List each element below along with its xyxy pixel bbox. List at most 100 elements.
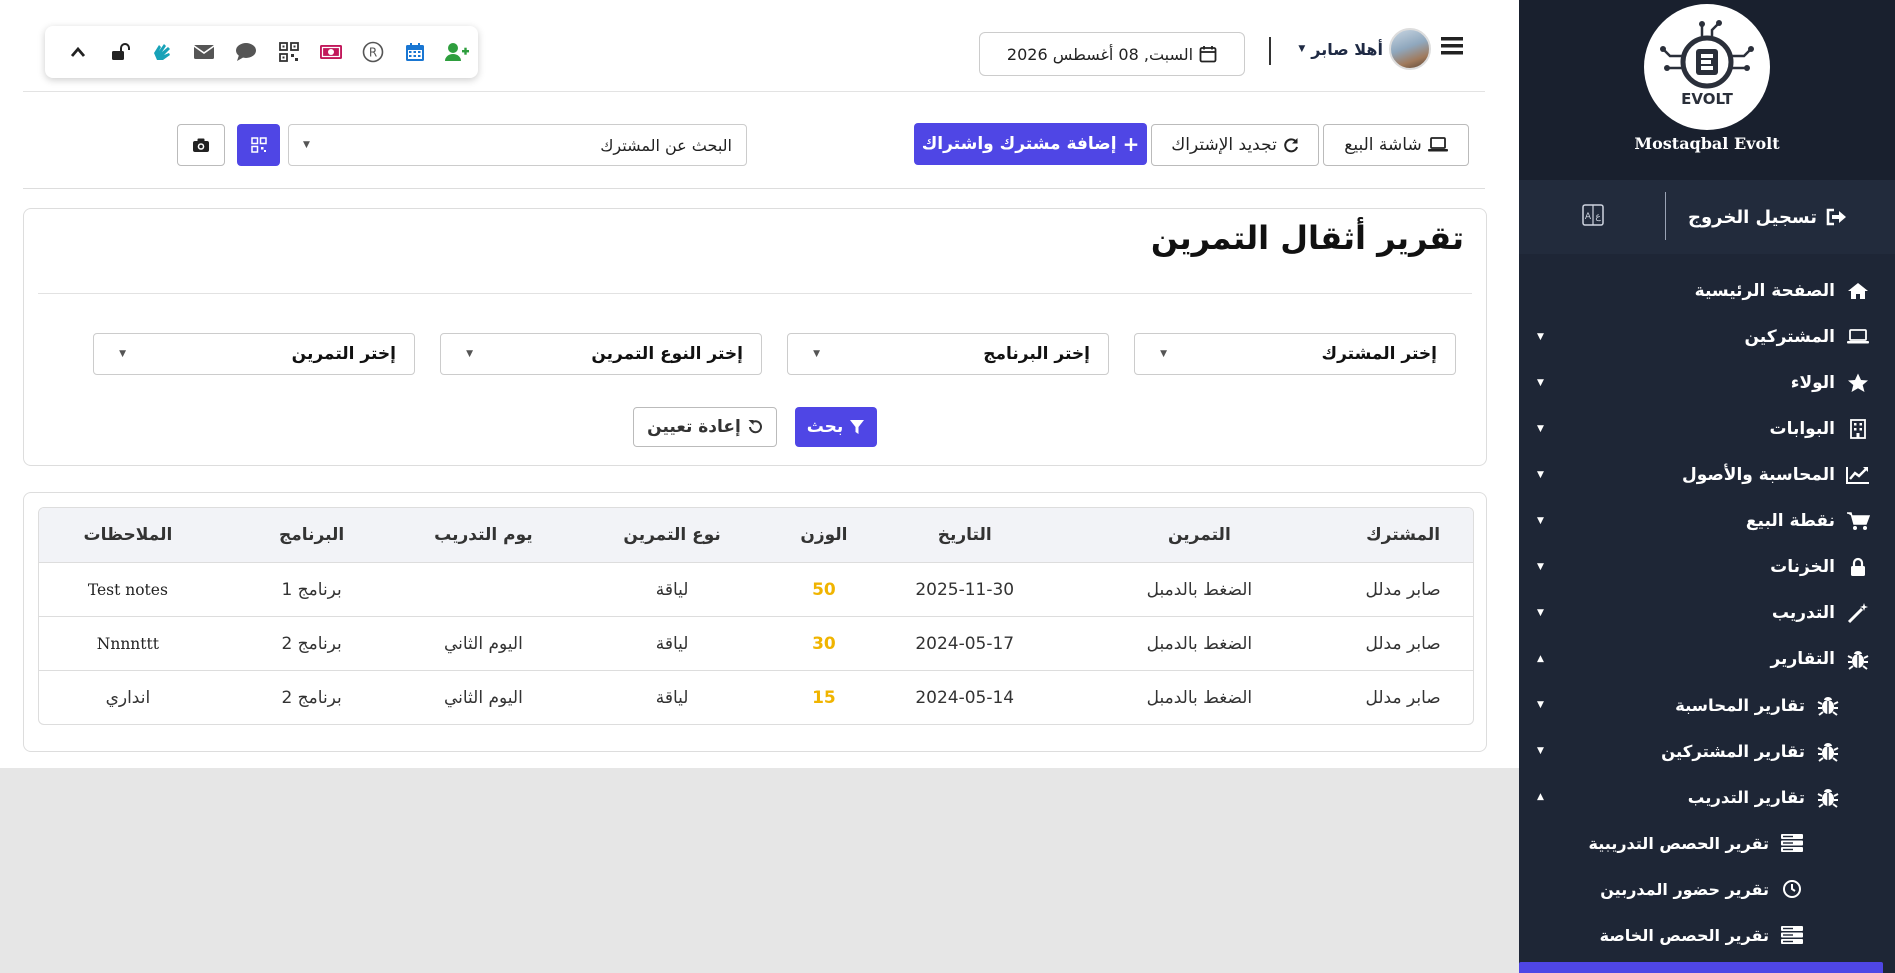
sidebar-item-subscribers[interactable]: المشتركين ▼ <box>1519 314 1895 360</box>
add-subscriber-label: إضافة مشترك واشتراك <box>921 134 1117 154</box>
brand-logo[interactable]: EVOLT <box>1644 4 1770 130</box>
building-icon <box>1845 418 1871 440</box>
sidebar-item-pos[interactable]: نقطة البيع ▼ <box>1519 498 1895 544</box>
page-background <box>0 768 1519 973</box>
table-cell: برنامج 2 <box>281 687 342 708</box>
user-menu[interactable]: أهلا صابر ▼ <box>1298 28 1431 70</box>
sidebar-item-label: تقارير المحاسبة <box>1675 695 1805 715</box>
sidebar-item-training-sessions-report[interactable]: تقرير الحصص التدريبية <box>1519 820 1895 866</box>
sidebar-item-label: تقرير الحصص الخاصة <box>1599 925 1769 945</box>
caret-down-icon: ▼ <box>1537 700 1544 710</box>
sidebar-item-vaults[interactable]: الخزنات ▼ <box>1519 544 1895 590</box>
table-cell: لياقة <box>655 633 689 654</box>
laptop-icon <box>1427 137 1448 152</box>
column-header[interactable]: الملاحظات <box>39 508 217 562</box>
logout-button[interactable]: تسجيل الخروج <box>1688 207 1847 228</box>
table-cell <box>406 563 560 616</box>
column-header[interactable]: يوم التدريب <box>406 508 560 562</box>
table-cell: انداري <box>105 687 151 708</box>
sidebar-item-label: التدريب <box>1771 603 1835 623</box>
sidebar-item-private-sessions-report[interactable]: تقرير الحصص الخاصة <box>1519 912 1895 958</box>
sidebar-item-training-reports[interactable]: تقارير التدريب ▲ <box>1519 774 1895 820</box>
qrcode-icon <box>250 137 267 153</box>
unlock-icon[interactable] <box>99 32 141 72</box>
calendar-icon <box>1199 46 1217 63</box>
chevron-up-icon[interactable] <box>57 32 99 72</box>
sidebar-item-label: الصفحة الرئيسية <box>1694 281 1835 301</box>
qr-scan-button[interactable] <box>237 124 280 166</box>
reset-button[interactable]: إعادة تعيين <box>633 407 777 447</box>
sidebar-item-label: نقطة البيع <box>1745 511 1835 531</box>
sidebar-item-label: المشتركين <box>1744 327 1835 347</box>
sidebar-item-gates[interactable]: البوابات ▼ <box>1519 406 1895 452</box>
sign-out-icon <box>1826 208 1846 226</box>
sidebar-item-label: البوابات <box>1769 419 1836 439</box>
server-icon <box>1779 924 1805 946</box>
hamburger-menu-icon[interactable] <box>1441 36 1463 60</box>
sidebar-item-trainer-attendance-report[interactable]: تقرير حضور المدربين <box>1519 866 1895 912</box>
reset-label: إعادة تعيين <box>647 417 741 437</box>
exercise-filter-label: إختر التمرين <box>291 344 396 364</box>
current-date: السبت, 08 أغسطس 2026 <box>1006 44 1194 64</box>
action-bar: شاشة البيع تجديد الإشتراك + إضافة مشترك … <box>23 92 1485 189</box>
sidebar-item-accounting-reports[interactable]: تقارير المحاسبة ▼ <box>1519 682 1895 728</box>
chevron-down-icon: ▼ <box>303 140 310 150</box>
add-subscriber-button[interactable]: + إضافة مشترك واشتراك <box>914 123 1147 165</box>
sidebar-item-label: الخزنات <box>1770 557 1835 577</box>
undo-icon <box>748 420 762 434</box>
qrcode-icon[interactable] <box>267 32 309 72</box>
sidebar-item-home[interactable]: الصفحة الرئيسية <box>1519 268 1895 314</box>
language-icon[interactable]: Aع <box>1582 204 1604 226</box>
subscriber-search-select[interactable]: البحث عن المشترك ▼ <box>288 124 747 166</box>
column-header[interactable]: التاريخ <box>864 508 1066 562</box>
exercise-type-filter-select[interactable]: إختر النوع التمرين ▼ <box>440 333 762 375</box>
sidebar-item-loyalty[interactable]: الولاء ▼ <box>1519 360 1895 406</box>
pos-screen-button[interactable]: شاشة البيع <box>1323 124 1469 166</box>
star-icon <box>1845 372 1871 394</box>
chevron-down-icon: ▼ <box>813 349 820 359</box>
exercise-filter-select[interactable]: إختر التمرين ▼ <box>93 333 415 375</box>
cart-icon <box>1845 510 1871 532</box>
sidebar-item-active[interactable] <box>1519 962 1883 973</box>
envelope-icon[interactable] <box>183 32 225 72</box>
renew-subscription-button[interactable]: تجديد الإشتراك <box>1151 124 1319 166</box>
sidebar-item-accounting[interactable]: المحاسبة والأصول ▼ <box>1519 452 1895 498</box>
sidebar-item-training[interactable]: التدريب ▼ <box>1519 590 1895 636</box>
table-cell: 2024-05-14 <box>915 687 1015 708</box>
table-cell: صابر مدلل <box>1365 579 1441 600</box>
sidebar-item-subscriber-reports[interactable]: تقارير المشتركين ▼ <box>1519 728 1895 774</box>
column-header[interactable]: نوع التمرين <box>560 508 784 562</box>
calendar-icon[interactable] <box>394 32 436 72</box>
exercise-type-filter-label: إختر النوع التمرين <box>591 344 743 364</box>
sign-language-icon[interactable] <box>141 32 183 72</box>
money-bill-icon[interactable] <box>310 32 352 72</box>
comment-icon[interactable] <box>225 32 267 72</box>
caret-down-icon: ▼ <box>1537 424 1544 434</box>
refresh-icon <box>1284 138 1298 153</box>
subscriber-filter-select[interactable]: إختر المشترك ▼ <box>1134 333 1456 375</box>
column-header[interactable]: التمرين <box>1066 508 1334 562</box>
brand-header: EVOLT Mostaqbal Evolt <box>1519 0 1895 180</box>
subscriber-filter-label: إختر المشترك <box>1321 344 1437 364</box>
registered-icon[interactable]: R <box>352 32 394 72</box>
quick-actions-tray: R <box>45 26 478 78</box>
program-filter-label: إختر البرنامج <box>983 344 1090 364</box>
sidebar-item-reports[interactable]: التقارير ▲ <box>1519 636 1895 682</box>
brand-name: Mostaqbal Evolt <box>1634 134 1780 153</box>
sidebar-item-label: التقارير <box>1770 649 1835 669</box>
svg-text:ع: ع <box>1595 212 1601 222</box>
home-icon <box>1845 280 1871 302</box>
logout-label: تسجيل الخروج <box>1688 206 1817 228</box>
user-plus-icon[interactable] <box>436 32 478 72</box>
sidebar-item-label: المحاسبة والأصول <box>1681 465 1835 485</box>
bug-icon <box>1815 786 1841 808</box>
column-header[interactable]: المشترك <box>1333 508 1473 562</box>
magic-wand-icon <box>1845 602 1871 624</box>
column-header[interactable]: البرنامج <box>217 508 407 562</box>
search-button[interactable]: بحث <box>795 407 877 447</box>
column-header[interactable]: الوزن <box>784 508 864 562</box>
table-row: صابر مدلل الضغط بالدمبل 2024-05-14 15 لي… <box>39 670 1473 724</box>
program-filter-select[interactable]: إختر البرنامج ▼ <box>787 333 1109 375</box>
bug-icon <box>1815 694 1841 716</box>
camera-button[interactable] <box>177 124 225 166</box>
